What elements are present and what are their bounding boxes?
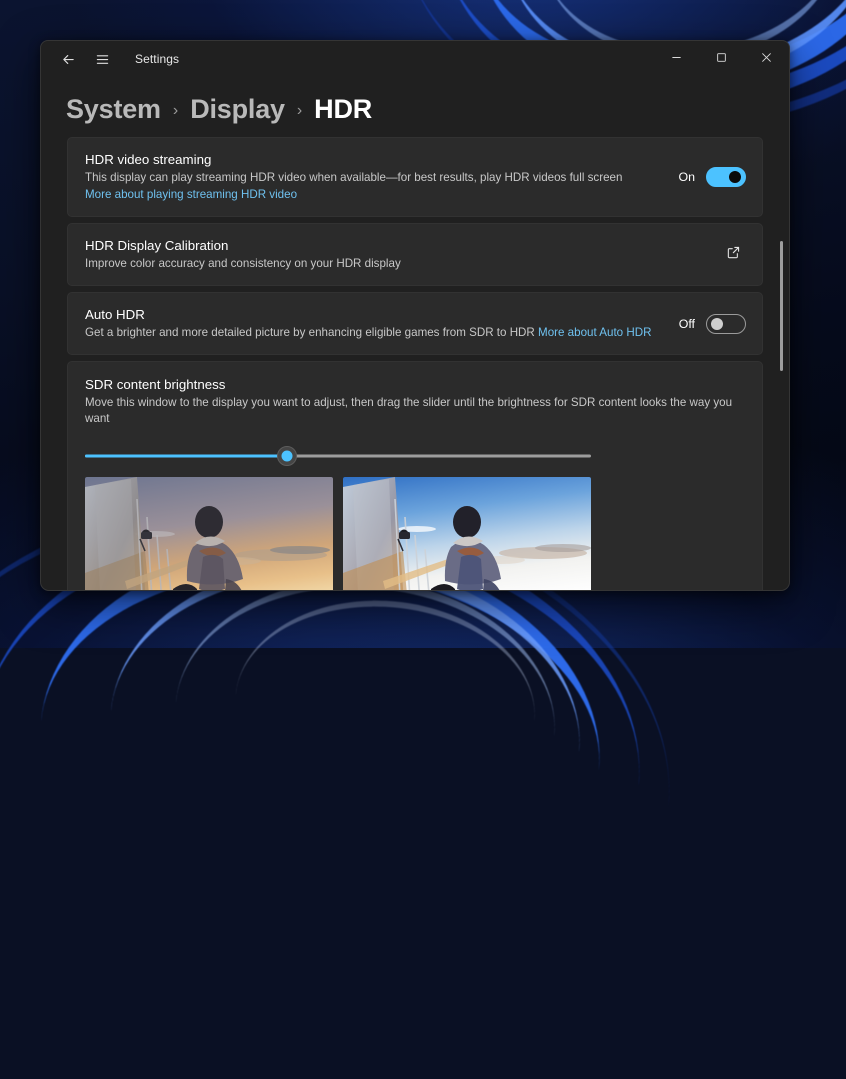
- card-text: HDR Display Calibration Improve color ac…: [85, 237, 708, 272]
- minimize-icon: [671, 50, 682, 68]
- settings-content: HDR video streaming This display can pla…: [41, 137, 789, 590]
- auto-hdr-desc-text: Get a brighter and more detailed picture…: [85, 326, 535, 339]
- card-auto-hdr: Auto HDR Get a brighter and more detaile…: [67, 292, 763, 355]
- link-more-about-auto-hdr[interactable]: More about Auto HDR: [538, 326, 651, 339]
- breadcrumb-separator: ›: [297, 102, 302, 120]
- back-button[interactable]: [51, 44, 85, 74]
- card-title: SDR content brightness: [85, 376, 746, 393]
- card-description: Move this window to the display you want…: [85, 395, 745, 427]
- slider-thumb[interactable]: [277, 446, 297, 466]
- card-text: Auto HDR Get a brighter and more detaile…: [85, 306, 665, 341]
- card-title: HDR video streaming: [85, 151, 664, 168]
- card-hdr-display-calibration[interactable]: HDR Display Calibration Improve color ac…: [67, 223, 763, 286]
- external-link-icon: [726, 245, 741, 265]
- hdr-preview-image: [343, 477, 591, 590]
- preview-sdr-image: [85, 477, 333, 590]
- breadcrumb-separator: ›: [173, 102, 178, 120]
- window-title: Settings: [135, 52, 179, 66]
- card-hdr-video-streaming: HDR video streaming This display can pla…: [67, 137, 763, 217]
- toggle-auto-hdr[interactable]: [706, 314, 746, 334]
- card-text: HDR video streaming This display can pla…: [85, 151, 664, 203]
- auto-hdr-toggle-group: Off: [679, 314, 746, 334]
- toggle-knob: [711, 318, 723, 330]
- card-description: Get a brighter and more detailed picture…: [85, 325, 665, 341]
- card-title: Auto HDR: [85, 306, 665, 323]
- breadcrumb-item-hdr: HDR: [314, 94, 372, 125]
- hdr-video-toggle-group: On: [678, 167, 746, 187]
- hamburger-menu-icon: [95, 52, 110, 67]
- sdr-preview-image: [85, 477, 333, 590]
- hamburger-menu-button[interactable]: [85, 44, 119, 74]
- close-icon: [761, 50, 772, 68]
- card-title: HDR Display Calibration: [85, 237, 708, 254]
- card-description: This display can play streaming HDR vide…: [85, 170, 664, 186]
- sdr-brightness-slider[interactable]: [85, 443, 591, 469]
- card-description: Improve color accuracy and consistency o…: [85, 256, 708, 272]
- card-sdr-content-brightness: SDR content brightness Move this window …: [67, 361, 763, 590]
- toggle-hdr-video-streaming[interactable]: [706, 167, 746, 187]
- window-titlebar: Settings: [41, 41, 789, 77]
- toggle-knob: [729, 171, 741, 183]
- open-calibration-button[interactable]: [720, 242, 746, 268]
- maximize-button[interactable]: [699, 41, 744, 77]
- content-scrollbar[interactable]: [780, 241, 783, 371]
- breadcrumb: System › Display › HDR: [41, 77, 789, 133]
- toggle-state-label: Off: [679, 317, 695, 331]
- back-arrow-icon: [61, 52, 76, 67]
- link-more-about-hdr-video[interactable]: More about playing streaming HDR video: [85, 187, 664, 203]
- window-controls: [654, 41, 789, 77]
- sdr-hdr-preview-row: [85, 477, 746, 590]
- minimize-button[interactable]: [654, 41, 699, 77]
- maximize-icon: [716, 50, 727, 68]
- breadcrumb-item-system[interactable]: System: [66, 94, 161, 125]
- close-button[interactable]: [744, 41, 789, 77]
- breadcrumb-item-display[interactable]: Display: [190, 94, 285, 125]
- settings-window: Settings: [40, 40, 790, 591]
- toggle-state-label: On: [678, 170, 695, 184]
- preview-hdr-image: [343, 477, 591, 590]
- slider-fill: [85, 455, 287, 458]
